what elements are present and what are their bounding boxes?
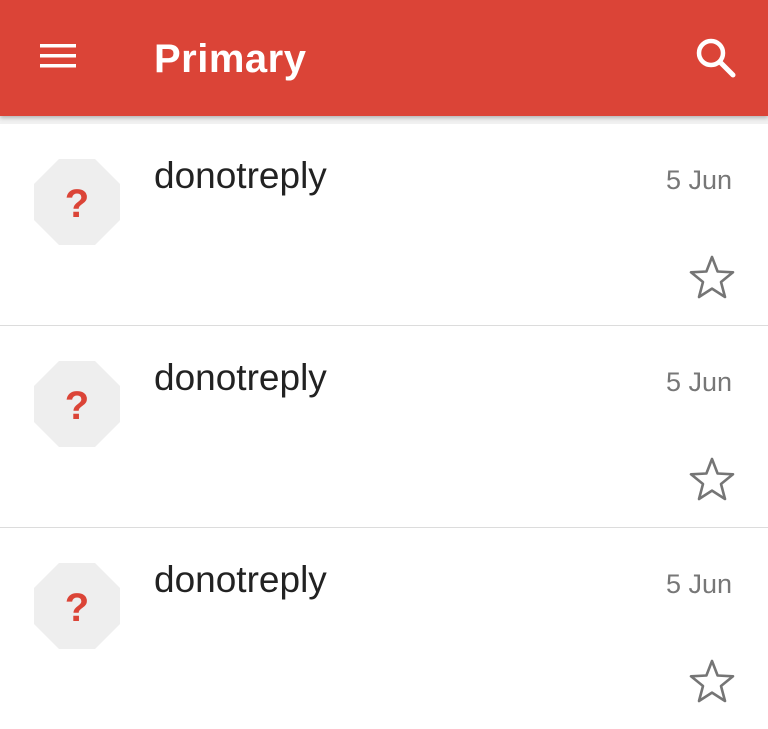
email-date: 5 Jun bbox=[665, 569, 732, 599]
gmail-app: Primary ? donotreply 5 Jun ? donotreply bbox=[0, 0, 768, 729]
email-list: ? donotreply 5 Jun ? donotreply 5 Jun ? … bbox=[0, 116, 768, 729]
star-icon[interactable] bbox=[689, 658, 735, 704]
email-sender: donotreply bbox=[154, 155, 327, 196]
email-subject bbox=[154, 422, 654, 452]
star-icon[interactable] bbox=[689, 254, 735, 300]
app-bar: Primary bbox=[0, 0, 768, 116]
question-mark-icon: ? bbox=[65, 384, 89, 428]
question-mark-icon: ? bbox=[65, 586, 89, 630]
email-subject bbox=[154, 220, 654, 250]
email-date: 5 Jun bbox=[665, 165, 732, 195]
email-date: 5 Jun bbox=[665, 367, 732, 397]
page-title: Primary bbox=[154, 37, 307, 81]
star-icon[interactable] bbox=[689, 456, 735, 502]
avatar: ? bbox=[34, 159, 120, 245]
email-sender: donotreply bbox=[154, 357, 327, 398]
email-row[interactable]: ? donotreply 5 Jun bbox=[0, 528, 768, 729]
search-icon[interactable] bbox=[692, 34, 740, 82]
email-row[interactable]: ? donotreply 5 Jun bbox=[0, 124, 768, 326]
email-row[interactable]: ? donotreply 5 Jun bbox=[0, 326, 768, 528]
avatar: ? bbox=[34, 563, 120, 649]
email-sender: donotreply bbox=[154, 559, 327, 600]
menu-icon[interactable] bbox=[36, 40, 80, 72]
avatar: ? bbox=[34, 361, 120, 447]
question-mark-icon: ? bbox=[65, 182, 89, 226]
email-subject bbox=[154, 624, 654, 654]
